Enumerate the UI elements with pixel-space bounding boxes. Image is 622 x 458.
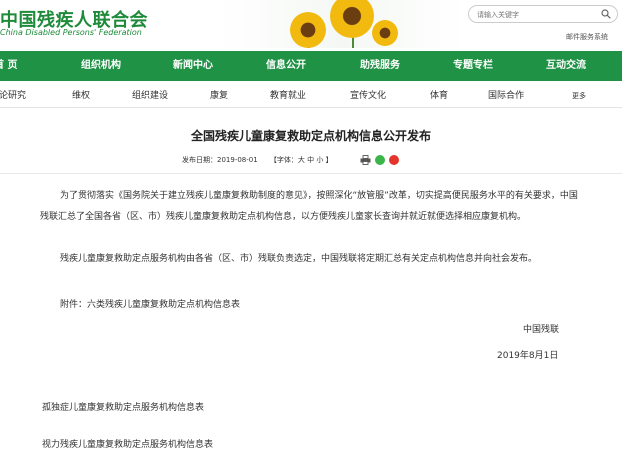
sunflower-banner — [280, 0, 400, 48]
article-title: 全国残疾儿童康复救助定点机构信息公开发布 — [190, 129, 431, 143]
article-paragraph-2: 残疾儿童康复救助定点服务机构由各省（区、市）残联负责选定，中国残联将定期汇总有关… — [60, 254, 538, 264]
subnav-theory[interactable]: 理论研究 — [0, 84, 26, 108]
site-header: 中国残疾人联合会 China Disabled Persons' Federat… — [0, 0, 622, 48]
sub-nav: 理论研究 维权 组织建设 康复 教育就业 宣传文化 体育 国际合作 更多 — [0, 84, 622, 108]
subnav-rehab[interactable]: 康复 — [210, 84, 228, 108]
nav-organization[interactable]: 组织机构 — [81, 51, 121, 81]
subnav-culture[interactable]: 宣传文化 — [350, 84, 386, 108]
main-nav: 首 页 组织机构 新闻中心 信息公开 助残服务 专题专栏 互动交流 — [0, 51, 622, 81]
attachment-file-vision[interactable]: 视力残疾儿童康复救助定点服务机构信息表 — [42, 437, 213, 450]
wechat-share-icon[interactable] — [375, 155, 385, 165]
attachment-label: 附件：六类残疾儿童康复救助定点机构信息表 — [60, 300, 241, 310]
print-icon[interactable] — [360, 155, 371, 165]
search-icon[interactable] — [601, 9, 611, 19]
search-box — [468, 5, 618, 23]
nav-services[interactable]: 助残服务 — [360, 51, 400, 81]
weibo-share-icon[interactable] — [389, 155, 399, 165]
subnav-more[interactable]: 更多 — [572, 84, 586, 108]
article-paragraph-1: 为了贯彻落实《国务院关于建立残疾儿童康复救助制度的意见》，按照深化“放管服”改革… — [40, 191, 578, 222]
article-signature: 中国残联 — [523, 325, 560, 335]
attachment-file-autism[interactable]: 孤独症儿童康复救助定点服务机构信息表 — [42, 400, 204, 413]
article-sign-date: 2019年8月1日 — [497, 351, 559, 361]
nav-news[interactable]: 新闻中心 — [173, 51, 213, 81]
article-meta: 发布日期：2019-08-01 【字体：大 中 小 】 — [182, 155, 343, 165]
nav-interaction[interactable]: 互动交流 — [546, 51, 586, 81]
font-size-control[interactable]: 【字体：大 中 小 】 — [270, 156, 333, 164]
subnav-org-building[interactable]: 组织建设 — [132, 84, 168, 108]
publish-date: 发布日期：2019-08-01 — [182, 156, 258, 164]
site-logo-english: China Disabled Persons' Federation — [0, 28, 142, 37]
subnav-sports[interactable]: 体育 — [430, 84, 448, 108]
subnav-international[interactable]: 国际合作 — [488, 84, 524, 108]
subnav-education[interactable]: 教育就业 — [270, 84, 306, 108]
nav-topics[interactable]: 专题专栏 — [453, 51, 493, 81]
content-divider — [0, 173, 622, 174]
mail-service-link[interactable]: 邮件服务系统 — [566, 32, 608, 42]
subnav-rights[interactable]: 维权 — [72, 84, 90, 108]
search-input[interactable] — [477, 8, 597, 21]
nav-home[interactable]: 首 页 — [0, 51, 17, 81]
nav-info-disclosure[interactable]: 信息公开 — [266, 51, 306, 81]
